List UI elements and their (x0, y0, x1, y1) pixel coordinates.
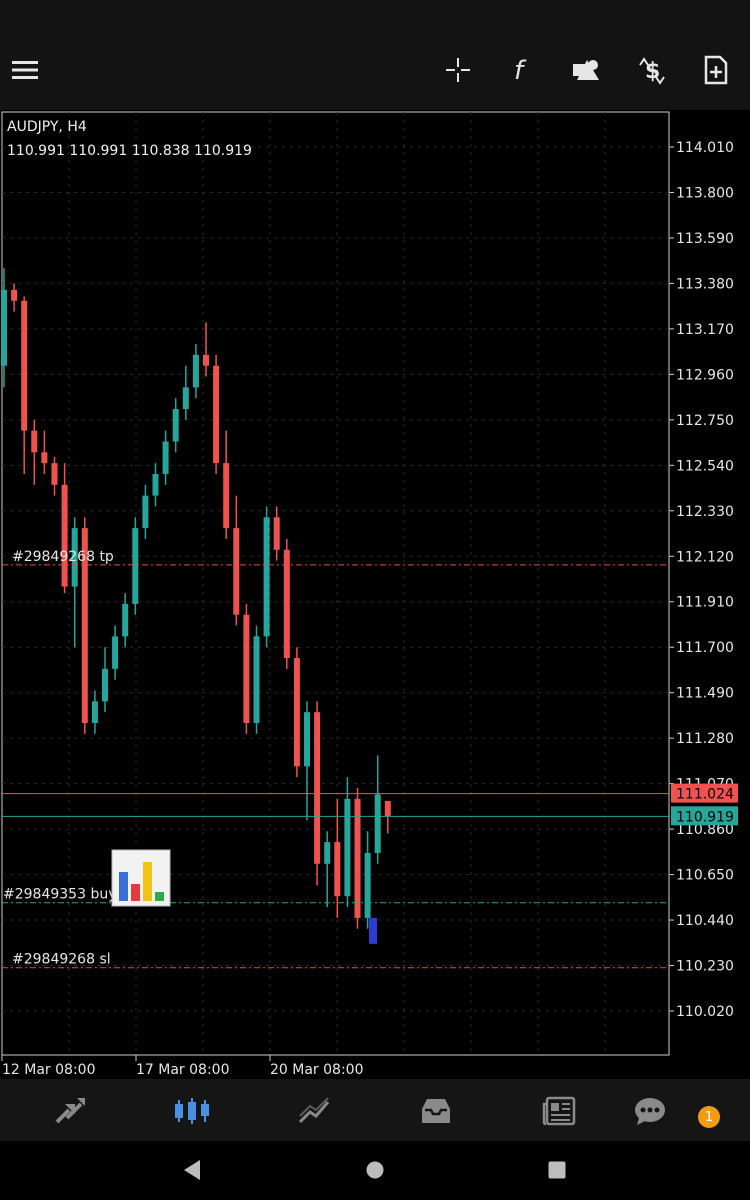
trade-chart-icon-bar (155, 892, 164, 901)
candle-body (334, 842, 341, 897)
price-label: 111.910 (676, 595, 734, 611)
candle-body (21, 300, 28, 431)
level-label: #29849268 sl (12, 952, 111, 968)
candle-body (192, 354, 199, 388)
back-icon[interactable] (180, 1158, 204, 1182)
crosshair-icon[interactable] (438, 50, 478, 90)
system-navigation (0, 1141, 750, 1200)
price-label: 113.800 (676, 185, 734, 201)
candle-body (61, 484, 68, 587)
price-label: 112.750 (676, 413, 734, 429)
trade-chart-icon-bar (119, 872, 128, 901)
ohlc-values: 110.991 110.991 110.838 110.919 (7, 143, 252, 159)
bottom-navigation (0, 1079, 750, 1141)
candle-body (142, 495, 149, 529)
candle-body (223, 463, 230, 529)
add-document-icon[interactable] (696, 50, 736, 90)
inbox-icon[interactable] (416, 1091, 456, 1131)
candle-body (233, 528, 240, 615)
bid-price-label: 110.919 (676, 809, 734, 825)
candle-body (1, 289, 7, 366)
candle-body (152, 473, 159, 496)
price-label: 110.650 (676, 868, 734, 884)
candle-body (273, 517, 280, 550)
candle-body (374, 794, 381, 853)
chart-area[interactable]: 114.010 113.800 113.590 113.380 113.170 112.9… (0, 110, 750, 1080)
level-label: #29849353 buy, (3, 887, 121, 903)
trade-chart-icon-bar (143, 862, 152, 901)
candle-body (364, 852, 371, 918)
price-label: 112.330 (676, 504, 734, 520)
candle-body (41, 452, 48, 464)
candle-body (91, 701, 98, 723)
candle-body (203, 354, 209, 366)
function-icon[interactable]: f (502, 50, 542, 90)
price-label: 113.170 (676, 322, 734, 338)
candle-body (293, 658, 300, 767)
menu-icon[interactable] (5, 50, 45, 90)
chart-frame (1, 111, 670, 1056)
price-label: 113.590 (676, 231, 734, 247)
candle-body (172, 409, 179, 442)
chat-icon[interactable] (630, 1091, 670, 1131)
svg-text:f: f (514, 56, 527, 85)
candle-body (253, 636, 260, 723)
price-label: 111.490 (676, 686, 734, 702)
trade-arrows-icon[interactable] (50, 1091, 90, 1131)
candle-body (304, 712, 310, 767)
time-label: 20 Mar 08:00 (270, 1062, 363, 1078)
price-label: 110.020 (676, 1004, 734, 1020)
level-label: #29849268 tp (12, 549, 114, 565)
candle-body (122, 603, 129, 637)
price-label: 111.700 (676, 640, 734, 656)
candle-body (384, 800, 391, 817)
home-icon[interactable] (363, 1158, 387, 1182)
time-label: 12 Mar 08:00 (2, 1062, 95, 1078)
candle-body (314, 712, 321, 864)
time-label: 17 Mar 08:00 (136, 1062, 229, 1078)
top-toolbar: f $ (0, 0, 750, 110)
candle-body (102, 668, 108, 702)
candle-body (31, 430, 38, 453)
position-marker (369, 917, 377, 944)
price-label: 112.960 (676, 367, 734, 383)
price-label: 110.230 (676, 959, 734, 975)
candle-body (162, 441, 169, 474)
candle-body (11, 289, 18, 301)
price-label: 114.010 (676, 140, 734, 156)
candle-body (324, 842, 331, 864)
shapes-icon[interactable] (566, 50, 606, 90)
candle-body (243, 614, 250, 723)
candle-body (213, 365, 220, 464)
trade-chart-icon-bar (131, 884, 140, 901)
candle-body (283, 549, 290, 659)
candle-body (182, 387, 189, 410)
chat-notification-badge: 1 (698, 1106, 720, 1128)
candles-icon[interactable] (172, 1091, 212, 1131)
candle-body (112, 636, 119, 669)
news-icon[interactable] (539, 1091, 579, 1131)
price-label: 113.380 (676, 276, 734, 292)
recents-icon[interactable] (545, 1158, 569, 1182)
price-label: 110.440 (676, 913, 734, 929)
price-chart[interactable]: 114.010 113.800 113.590 113.380 113.170 112.9… (0, 110, 750, 1080)
symbol-timeframe: AUDJPY, H4 (7, 119, 87, 135)
price-label: 112.120 (676, 549, 734, 565)
dollar-cycle-icon[interactable]: $ (632, 50, 672, 90)
candle-body (132, 528, 139, 604)
price-label: 112.540 (676, 458, 734, 474)
candle-body (263, 517, 270, 637)
price-label: 111.280 (676, 731, 734, 747)
candle-body (51, 463, 58, 485)
candle-body (344, 798, 351, 897)
history-chart-icon[interactable] (295, 1091, 335, 1131)
ask-price-label: 111.024 (676, 787, 734, 803)
